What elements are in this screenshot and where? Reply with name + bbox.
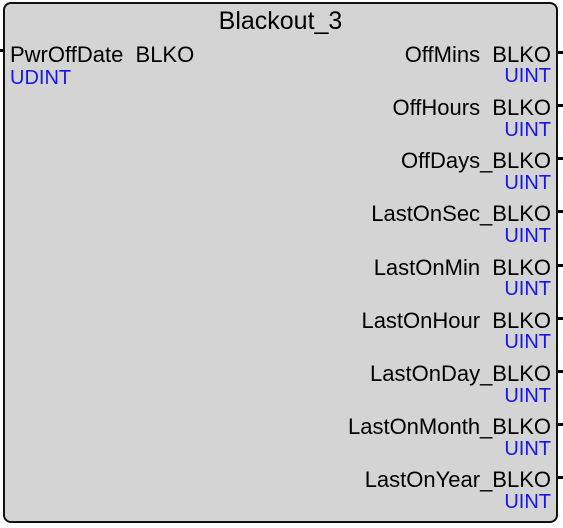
output-pin-type: UINT <box>504 385 551 407</box>
output-pin-type: UINT <box>504 491 551 513</box>
output-pin-type: UINT <box>504 331 551 353</box>
output-connector-lastonyear[interactable] <box>558 476 563 479</box>
output-pin-type: UINT <box>504 438 551 460</box>
output-pin-type: UINT <box>504 225 551 247</box>
output-pin-name: LastOnDay_BLKO <box>370 361 551 386</box>
output-pin-name: OffDays_BLKO <box>401 148 551 173</box>
input-pin-type: UDINT <box>10 67 72 89</box>
output-pin-name: OffHours BLKO <box>392 95 551 120</box>
output-pin-type: UINT <box>504 119 551 141</box>
output-connector-lastonhour[interactable] <box>558 317 563 320</box>
output-connector-lastonday[interactable] <box>558 370 563 373</box>
output-pin-type: UINT <box>504 65 551 87</box>
output-pin-name: LastOnMonth_BLKO <box>347 414 551 439</box>
output-connector-lastonmonth[interactable] <box>558 423 563 426</box>
output-pin-name: LastOnSec_BLKO <box>371 201 551 226</box>
output-connector-lastonsec[interactable] <box>558 210 563 213</box>
output-pin-type: UINT <box>504 172 551 194</box>
input-pin-name: PwrOffDate BLKO <box>10 42 195 67</box>
output-connector-offmins[interactable] <box>558 51 563 54</box>
function-block-blackout[interactable]: Blackout_3 PwrOffDate BLKO UDINT OffMins… <box>3 2 558 523</box>
output-connector-offhours[interactable] <box>558 104 563 107</box>
output-connector-offdays[interactable] <box>558 157 563 160</box>
output-pin-name: LastOnYear_BLKO <box>364 467 551 492</box>
output-pin-type: UINT <box>504 278 551 300</box>
output-connector-lastonmin[interactable] <box>558 264 563 267</box>
block-title: Blackout_3 <box>218 7 343 35</box>
